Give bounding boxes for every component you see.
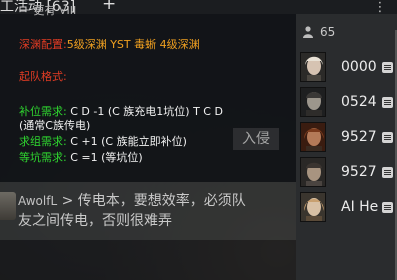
member-count-text: 65: [320, 25, 336, 39]
member-row[interactable]: 0000: [296, 52, 397, 86]
more-options-icon[interactable]: ⋮: [372, 1, 388, 15]
member-name: 9527: [341, 164, 377, 180]
member-name: 0000: [341, 59, 377, 75]
member-avatar[interactable]: [300, 122, 326, 152]
member-name: 0524: [341, 94, 377, 110]
person-icon: [303, 26, 313, 38]
chat-message: AwolfL > 传电本，要想效率，必须队 友之间传电，否则很难弄: [0, 182, 296, 240]
config-value: 5级深渊 YST 毒蜥 4级深渊: [66, 38, 200, 51]
requirement-line: (通常C族传电): [19, 119, 90, 133]
message-line: 友之间传电，否则很难弄: [18, 213, 172, 229]
member-menu-icon[interactable]: [382, 97, 393, 108]
add-channel-button[interactable]: +: [102, 0, 116, 14]
requirement-label: 求组需求:: [19, 135, 67, 148]
member-avatar[interactable]: [300, 52, 326, 82]
member-menu-icon[interactable]: [382, 167, 393, 178]
member-name: 9527: [341, 129, 377, 145]
requirement-text: C D -1 (C 族充电1坑位) T C D: [66, 105, 223, 118]
chat-panel[interactable]: 一 更有 VIII 深渊配置:5级深渊 YST 毒蜥 4级深渊 起队格式: 补位…: [0, 4, 296, 280]
config-line: 深渊配置:5级深渊 YST 毒蜥 4级深渊: [19, 38, 200, 52]
requirement-label: 等坑需求:: [19, 151, 67, 164]
requirement-label: 补位需求:: [19, 105, 67, 118]
member-menu-icon[interactable]: [382, 62, 393, 73]
sender-name[interactable]: AwolfL: [18, 194, 57, 208]
requirement-line: 补位需求: C D -1 (C 族充电1坑位) T C D: [19, 105, 223, 119]
member-name: AI He: [341, 199, 379, 215]
chat-message: 一 更有 VIII 深渊配置:5级深渊 YST 毒蜥 4级深渊 起队格式: 补位…: [0, 4, 296, 182]
member-menu-icon[interactable]: [382, 202, 393, 213]
member-avatar[interactable]: [300, 192, 326, 222]
member-avatar[interactable]: [300, 87, 326, 117]
message-fragment: 一 更有 VIII: [19, 4, 77, 17]
requirement-text: (通常C族传电): [19, 119, 91, 132]
requirement-text: C +1 (C 族能立即补位): [66, 135, 187, 148]
requirement-line: 等坑需求: C =1 (等坑位): [19, 151, 143, 165]
member-panel[interactable]: 65 0000 0524 9527 9527 AI He: [296, 14, 397, 280]
member-row[interactable]: 9527: [296, 157, 397, 191]
format-heading: 起队格式:: [19, 70, 67, 83]
member-row[interactable]: 9527: [296, 122, 397, 156]
invasion-badge: 入侵: [233, 128, 279, 150]
member-row[interactable]: 0524: [296, 87, 397, 121]
member-row[interactable]: AI He: [296, 192, 397, 226]
sender-separator: >: [57, 193, 78, 209]
member-menu-icon[interactable]: [382, 132, 393, 143]
requirement-text: C =1 (等坑位): [66, 151, 143, 164]
requirement-line: 求组需求: C +1 (C 族能立即补位): [19, 135, 187, 149]
member-count: 65: [296, 24, 397, 40]
member-avatar[interactable]: [300, 157, 326, 187]
message-text: AwolfL > 传电本，要想效率，必须队 友之间传电，否则很难弄: [18, 191, 290, 231]
message-line: 传电本，要想效率，必须队: [77, 193, 246, 209]
config-label: 深渊配置:: [19, 38, 67, 51]
avatar[interactable]: [0, 192, 16, 220]
